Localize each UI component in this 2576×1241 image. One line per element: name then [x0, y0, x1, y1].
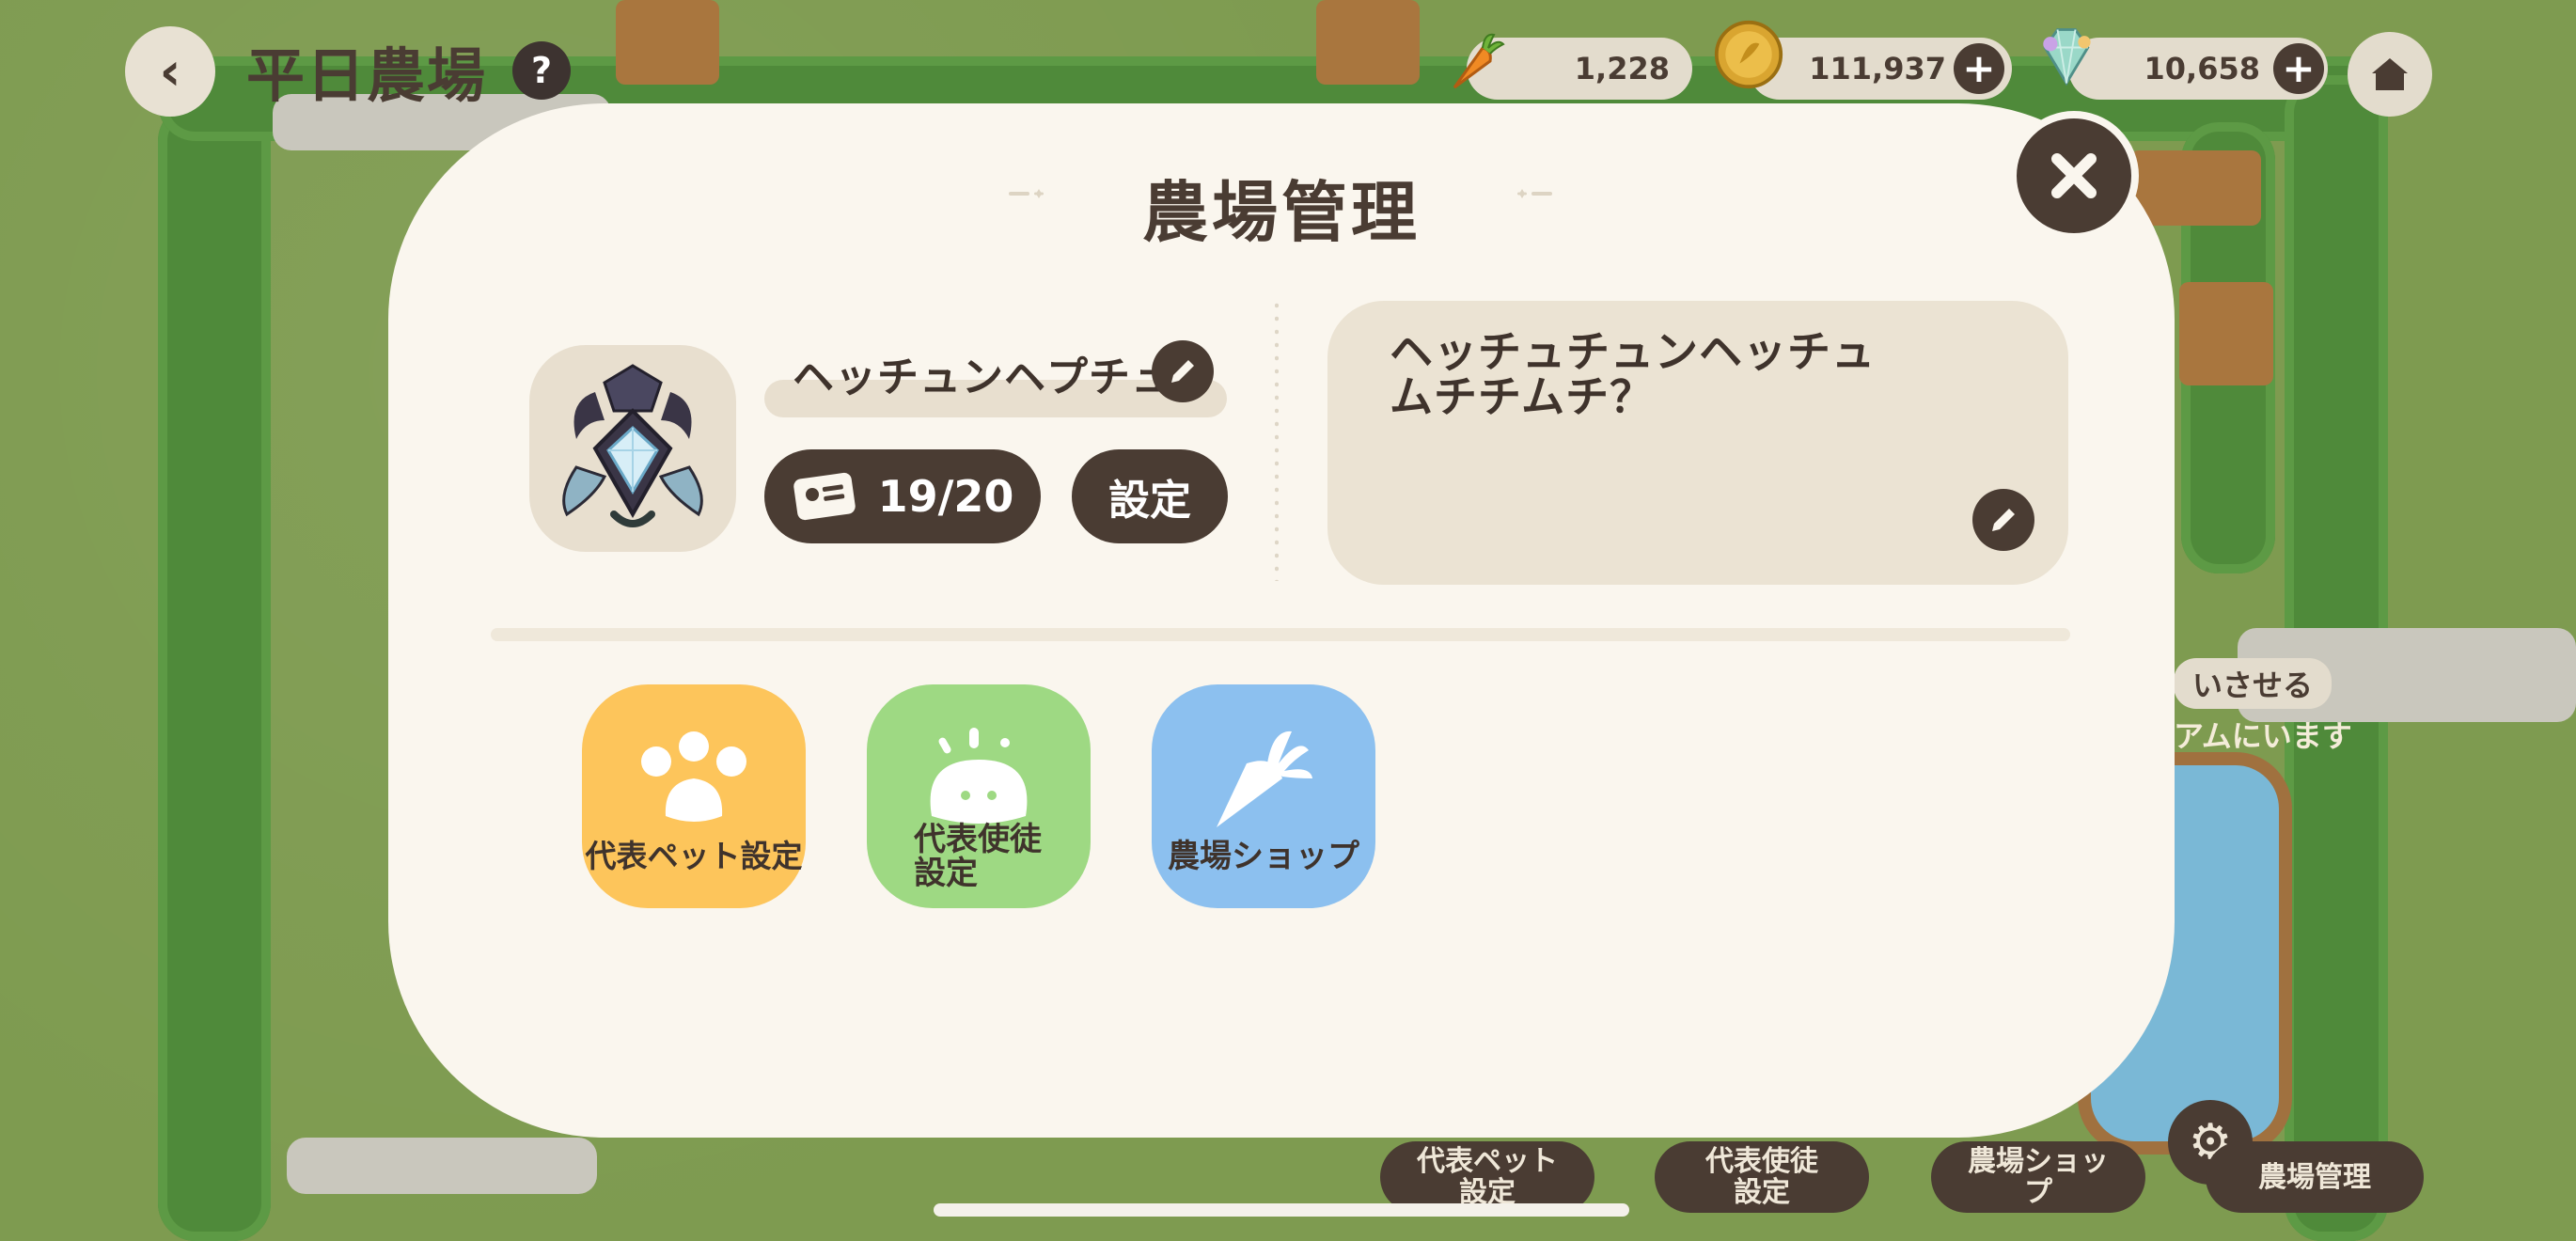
bg-farm-shop-button: 農場ショッ プ — [1931, 1141, 2145, 1213]
home-indicator[interactable] — [934, 1203, 1629, 1217]
pet-settings-label: 代表ペット設定 — [585, 838, 803, 874]
chevron-left-icon: ‹ — [159, 40, 181, 102]
slime-icon — [930, 728, 1028, 824]
bg-farm-shop-label: 農場ショッ プ — [1968, 1145, 2109, 1209]
dragon-emblem-icon — [562, 364, 703, 527]
coin-icon — [1713, 19, 1784, 90]
bg-apostle-settings-button: 代表使徒 設定 — [1655, 1141, 1869, 1213]
pet-settings-tile[interactable]: 代表ペット設定 — [582, 684, 806, 908]
farm-shop-tile[interactable]: 農場ショップ — [1152, 684, 1375, 908]
bg-apostle-settings-label: 代表使徒 設定 — [1705, 1145, 1818, 1209]
edit-comment-button[interactable] — [1972, 489, 2034, 551]
bg-farm-manage-label: 農場管理 — [2258, 1160, 2371, 1194]
home-icon — [2372, 58, 2408, 90]
gate-top-right — [1316, 0, 1420, 85]
bg-text-2: アムにいます — [2174, 718, 2352, 754]
farm-avatar[interactable] — [529, 345, 736, 552]
add-crystal-button[interactable]: + — [2273, 43, 2324, 94]
apostle-settings-tile[interactable]: 代表使徒 設定 — [867, 684, 1091, 908]
id-card-icon — [793, 472, 856, 521]
radish-icon — [1217, 730, 1312, 827]
close-icon — [2051, 153, 2097, 198]
help-icon[interactable]: ? — [512, 41, 571, 100]
hedge-left — [158, 103, 271, 1241]
title-deco-right — [1517, 189, 1552, 198]
close-button[interactable] — [2009, 111, 2139, 241]
fence-gate — [2179, 282, 2273, 385]
bg-pet-settings-label: 代表ペット 設定 — [1417, 1145, 1558, 1209]
section-divider — [491, 628, 2070, 641]
paw-icon — [641, 731, 746, 822]
settings-label: 設定 — [1108, 477, 1191, 525]
bg-farm-manage-button: 農場管理 — [2206, 1141, 2424, 1213]
crystal-count: 10,658 — [2144, 51, 2260, 86]
carrot-count: 1,228 — [1574, 51, 1670, 86]
home-button[interactable] — [2348, 32, 2432, 117]
pencil-icon — [1171, 360, 1194, 383]
member-count: 19/20 — [877, 471, 1014, 522]
crystal-icon — [2031, 21, 2102, 92]
farm-comment: ヘッチュチュンヘッチュムチチムチ？ — [1390, 326, 1876, 423]
coin-count: 111,937 — [1809, 51, 1946, 86]
title-deco-left — [1009, 189, 1044, 198]
farm-management-modal: 農場管理 — [388, 103, 2175, 1138]
stone-row-bottom — [287, 1138, 597, 1194]
modal-title: 農場管理 — [1142, 174, 1421, 251]
member-count-pill[interactable]: 19/20 — [764, 449, 1041, 543]
carrot-icon — [1438, 26, 1510, 98]
vertical-divider — [1275, 299, 1279, 581]
pencil-icon — [1992, 509, 2015, 531]
back-button[interactable]: ‹ — [125, 26, 215, 117]
farm-shop-label: 農場ショップ — [1168, 838, 1359, 875]
apostle-settings-label: 代表使徒 設定 — [914, 821, 1042, 892]
settings-button[interactable]: 設定 — [1072, 449, 1228, 543]
farm-name: ヘッチュンヘプチュ — [793, 353, 1173, 401]
bg-text-1: いさせる — [2174, 658, 2333, 709]
farm-title: 平日農場 — [246, 41, 488, 110]
bg-pet-settings-button: 代表ペット 設定 — [1380, 1141, 1594, 1213]
gate-top-left — [616, 0, 719, 85]
add-coin-button[interactable]: + — [1954, 43, 2004, 94]
edit-name-button[interactable] — [1152, 340, 1214, 402]
